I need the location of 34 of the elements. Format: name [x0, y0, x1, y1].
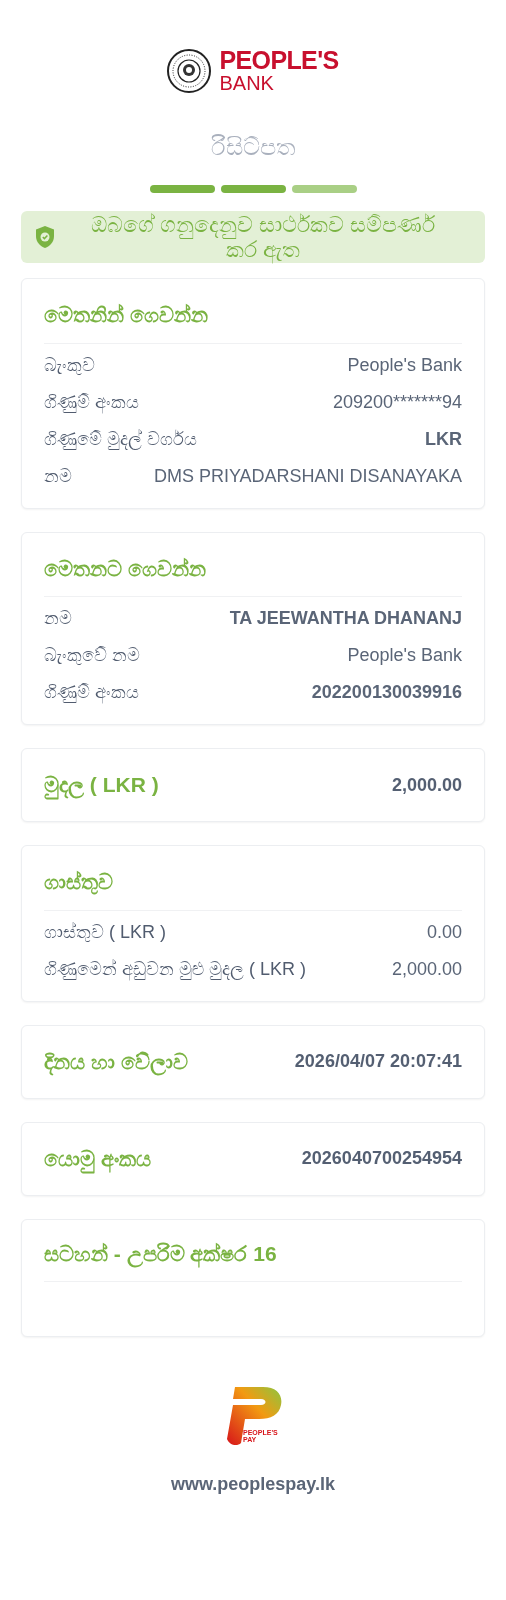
field-value: DMS PRIYADARSHANI DISANAYAKA: [153, 464, 462, 488]
success-message: ඔබගේ ගනුදෙනුව සාර්ථකව සම්පර්ණ කර ඇත: [89, 212, 437, 262]
logo-text: PEOPLE'S: [219, 48, 339, 73]
section-title: මෙතනට ගෙවන්න: [44, 556, 206, 580]
field-label: ගිණුමේ මුදල් වර්ගය: [44, 427, 197, 452]
field-value: 2026040700254954: [301, 1147, 462, 1170]
field-value: People's Bank: [347, 644, 462, 667]
section-title: මුදල ( LKR ): [44, 769, 159, 801]
field-label: නම: [44, 464, 72, 488]
field-value: 202200130039916: [311, 681, 462, 704]
field-label: ගිණුමෙන් අඩුවන මුළු මුදල ( LKR ): [44, 957, 306, 983]
field-value: LKR: [425, 427, 462, 451]
field-value: TA JEEWANTHA DHANANJ: [229, 607, 462, 630]
field-label: නම: [44, 607, 72, 630]
field-label: බැංකුව: [44, 353, 95, 377]
field-label: ගාස්තුව ( LKR ): [44, 920, 166, 944]
section-title: දිනය හා වේලාව: [44, 1045, 188, 1078]
section-title: යොමු අංකය: [44, 1142, 151, 1175]
field-label: ගිණුම් අංකය: [44, 390, 139, 416]
bank-seal-icon: [167, 48, 212, 93]
section-title: ගාස්තුව: [44, 870, 113, 893]
field-value: 0.00: [426, 920, 462, 944]
field-value: 2,000.00: [391, 773, 462, 797]
page-title: රිසිට්පත: [211, 132, 295, 162]
field-value: 2,000.00: [391, 957, 462, 981]
field-value: People's Bank: [347, 353, 462, 377]
shield-check-icon: [35, 225, 55, 249]
field-label: ගිණුම් අංකය: [44, 681, 139, 706]
website-link[interactable]: www.peoplespay.lk: [170, 1471, 336, 1498]
field-value: 2026/04/07 20:07:41: [294, 1050, 462, 1073]
logo-text: BANK: [219, 73, 275, 93]
field-label: බැංකුවේ නම: [44, 644, 140, 667]
field-value: 209200*******94: [332, 390, 462, 414]
section-title: මෙතනින් ගෙවන්න: [44, 303, 208, 326]
